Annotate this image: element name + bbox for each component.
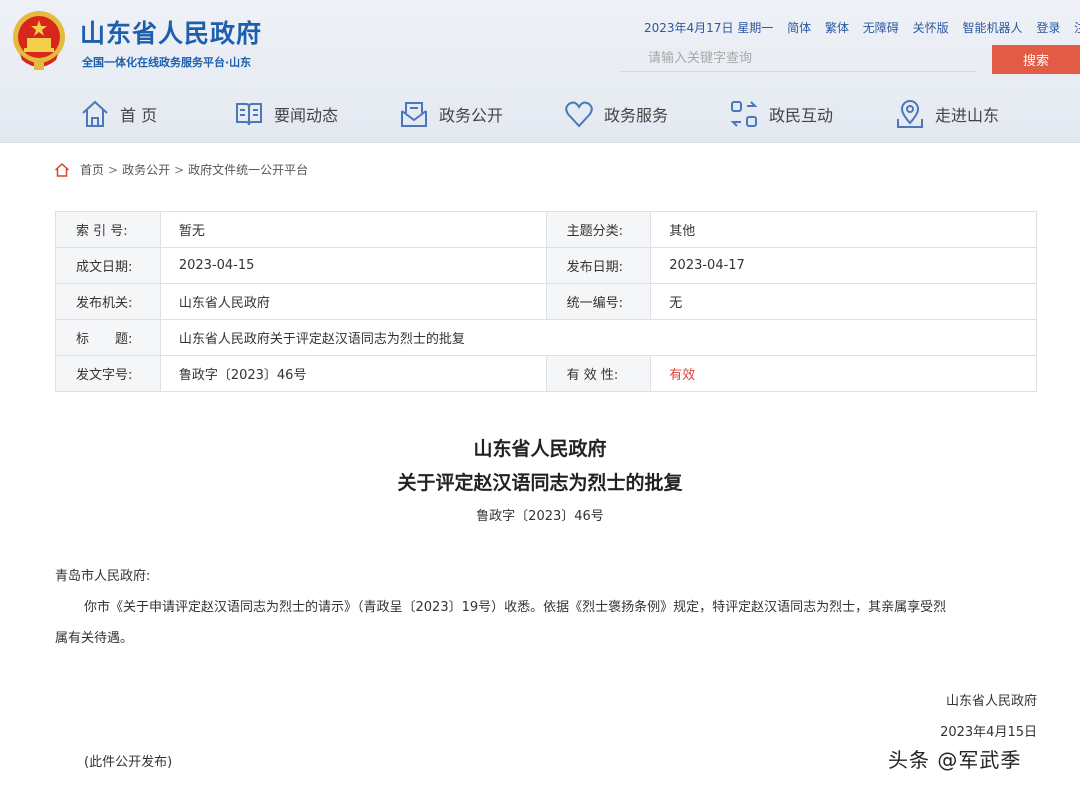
nav-about-shandong-label: 走进山东	[935, 106, 1000, 125]
table-row: 成文日期: 2023-04-15 发布日期: 2023-04-17	[55, 247, 1037, 284]
issuer-label: 发布机关:	[55, 283, 161, 320]
written-date-label: 成文日期:	[55, 247, 161, 284]
national-emblem-logo[interactable]	[10, 10, 68, 72]
top-links: 2023年4月17日 星期一 简体 繁体 无障碍 关怀版 智能机器人 登录 注册	[644, 19, 1080, 36]
traditional-chinese-link[interactable]: 繁体	[825, 21, 849, 35]
document-signature: 山东省人民政府	[945, 694, 1037, 709]
issuer-value: 山东省人民政府	[159, 283, 547, 320]
document-title-line1: 山东省人民政府	[473, 438, 607, 460]
document-note: (此件公开发布)	[84, 755, 173, 770]
document-date: 2023年4月15日	[940, 725, 1037, 740]
accessibility-link[interactable]: 无障碍	[863, 21, 899, 35]
robot-assistant-link[interactable]: 智能机器人	[962, 21, 1022, 35]
nav-interaction-label: 政民互动	[769, 106, 834, 125]
nav-news-label: 要闻动态	[274, 106, 339, 125]
nav-gov-affairs-label: 政务公开	[439, 106, 504, 125]
table-row: 标 题: 山东省人民政府关于评定赵汉语同志为烈士的批复	[55, 319, 1038, 356]
breadcrumb-separator: >	[108, 162, 119, 177]
document-envelope-icon	[401, 102, 427, 127]
document-body-line1: 你市《关于申请评定赵汉语同志为烈士的请示》（青政呈〔2023〕19号）收悉。依据…	[84, 600, 947, 615]
search-button[interactable]: 搜索	[992, 45, 1080, 74]
home-icon	[82, 100, 108, 127]
home-icon	[54, 162, 70, 177]
nav-about-shandong[interactable]: 走进山东	[895, 94, 999, 134]
register-link[interactable]: 注册	[1074, 21, 1080, 35]
table-row: 发布机关: 山东省人民政府 统一编号: 无	[55, 283, 1037, 320]
document-title-line2: 关于评定赵汉语同志为烈士的批复	[397, 472, 683, 494]
table-row: 索 引 号: 暂无 主题分类: 其他	[55, 211, 1037, 248]
breadcrumb-gov-affairs[interactable]: 政务公开	[122, 161, 170, 178]
topic-label: 主题分类:	[545, 211, 652, 248]
login-link[interactable]: 登录	[1036, 21, 1060, 35]
search-input[interactable]	[620, 46, 976, 72]
doc-number-label: 发文字号:	[55, 355, 161, 392]
elderly-mode-link[interactable]: 关怀版	[913, 21, 949, 35]
watermark: 头条 @军武季	[888, 748, 1022, 772]
nav-home-label: 首 页	[120, 106, 158, 125]
title-value: 山东省人民政府关于评定赵汉语同志为烈士的批复	[159, 319, 1038, 356]
index-value: 暂无	[159, 211, 547, 248]
topic-value: 其他	[650, 211, 1037, 248]
interaction-icon	[730, 101, 758, 127]
title-label: 标 题:	[55, 319, 161, 356]
breadcrumb: 首页 > 政务公开 > 政府文件统一公开平台	[54, 161, 308, 178]
nav-gov-affairs[interactable]: 政务公开	[399, 94, 503, 134]
site-subtitle: 全国一体化在线政务服务平台·山东	[82, 56, 252, 69]
validity-value: 有效	[650, 355, 1037, 392]
nav-interaction[interactable]: 政民互动	[729, 94, 833, 134]
unified-code-label: 统一编号:	[545, 283, 652, 320]
document-metadata-table: 索 引 号: 暂无 主题分类: 其他 成文日期: 2023-04-15 发布日期…	[55, 211, 1038, 392]
book-icon	[236, 103, 262, 126]
breadcrumb-document-platform[interactable]: 政府文件统一公开平台	[188, 161, 308, 178]
index-label: 索 引 号:	[55, 211, 161, 248]
published-date-label: 发布日期:	[545, 247, 652, 284]
nav-gov-services[interactable]: 政务服务	[564, 94, 668, 134]
site-title[interactable]: 山东省人民政府	[80, 14, 262, 50]
site-header: 山东省人民政府 全国一体化在线政务服务平台·山东 2023年4月17日 星期一 …	[0, 0, 1080, 143]
breadcrumb-separator: >	[174, 162, 185, 177]
validity-label: 有 效 性:	[545, 355, 652, 392]
breadcrumb-home[interactable]: 首页	[80, 161, 104, 178]
simplified-chinese-link[interactable]: 简体	[787, 21, 811, 35]
doc-number-value: 鲁政字〔2023〕46号	[159, 355, 547, 392]
written-date-value: 2023-04-15	[159, 247, 547, 284]
published-date-value: 2023-04-17	[650, 247, 1037, 284]
document-number: 鲁政字〔2023〕46号	[476, 509, 604, 524]
nav-gov-services-label: 政务服务	[604, 106, 669, 125]
unified-code-value: 无	[650, 283, 1037, 320]
current-date: 2023年4月17日 星期一	[644, 21, 774, 35]
table-row: 发文字号: 鲁政字〔2023〕46号 有 效 性: 有效	[55, 355, 1037, 392]
nav-news[interactable]: 要闻动态	[234, 94, 338, 134]
map-pin-icon	[897, 100, 923, 128]
main-nav: 首 页 要闻动态 政务公开 政务服务 政民互动 走进山东	[0, 94, 1080, 134]
document-body-line2: 属有关待遇。	[55, 631, 134, 646]
heart-icon	[565, 101, 593, 128]
nav-home[interactable]: 首 页	[80, 94, 157, 134]
document-addressee: 青岛市人民政府:	[55, 569, 151, 584]
